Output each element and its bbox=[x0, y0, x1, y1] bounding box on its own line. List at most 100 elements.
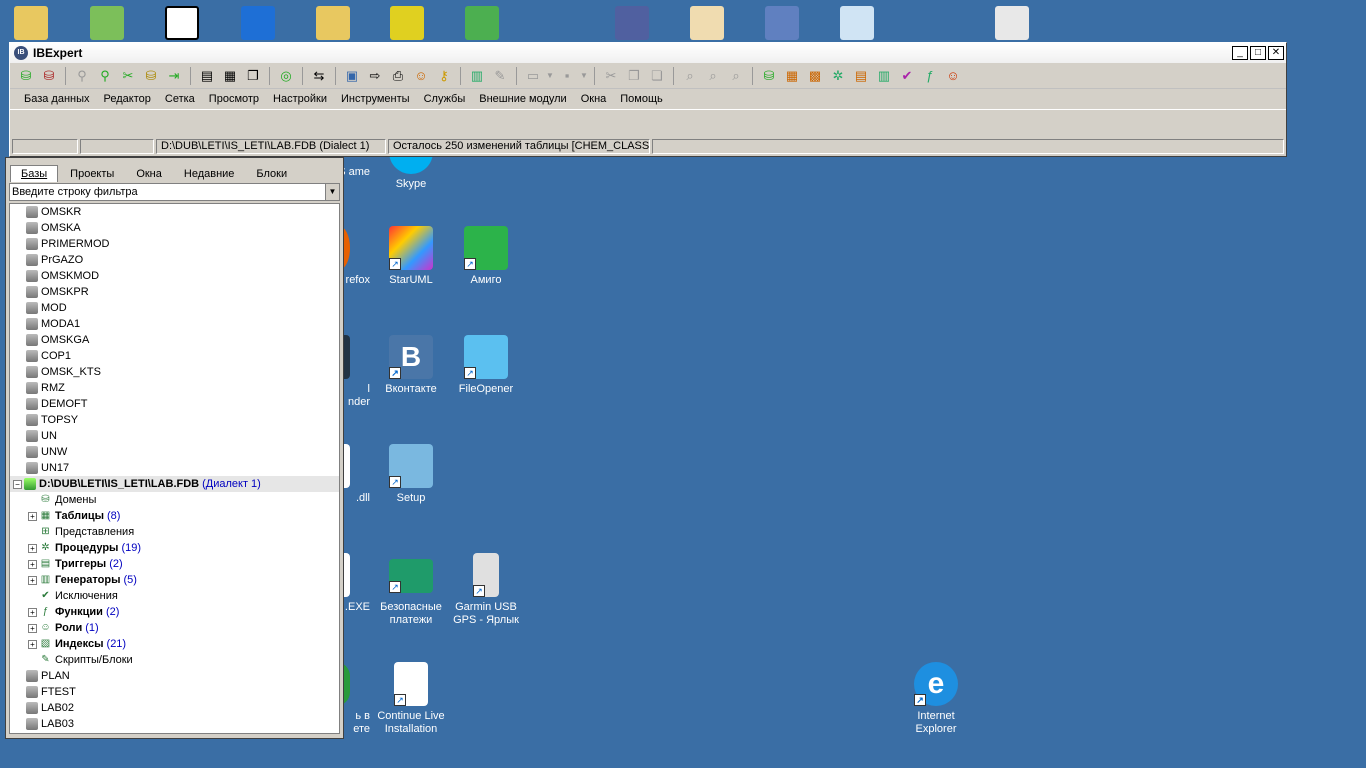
filter-input[interactable]: Введите строку фильтра bbox=[12, 186, 138, 198]
tree-node-object[interactable]: + ☺ Роли (1) bbox=[10, 620, 339, 636]
print-icon[interactable]: ⎙ bbox=[388, 67, 408, 85]
menu-editor[interactable]: Редактор bbox=[104, 93, 151, 105]
title-bar[interactable]: IB IBExpert _ □ ✕ bbox=[10, 43, 1286, 63]
expand-icon[interactable]: + bbox=[28, 639, 37, 649]
notepad-icon[interactable] bbox=[840, 6, 874, 40]
tree-node-object[interactable]: + ✲ Процедуры (19) bbox=[10, 540, 339, 556]
database-tree[interactable]: OMSKR OMSKA PRIMERMOD PrGAZO OMSKMOD OMSKPR MO… bbox=[9, 203, 340, 734]
script-executive-icon[interactable]: ▦ bbox=[220, 67, 240, 85]
sql-editor-icon[interactable]: ▣ bbox=[342, 67, 362, 85]
tree-node-database[interactable]: OMSKPR bbox=[10, 284, 339, 300]
maximize-button[interactable]: □ bbox=[1250, 46, 1266, 60]
tree-node-database[interactable]: UN17 bbox=[10, 460, 339, 476]
save-icon[interactable]: ▪ bbox=[557, 67, 577, 85]
export-icon[interactable]: ⇨ bbox=[365, 67, 385, 85]
tree-node-database[interactable]: PLAN bbox=[10, 668, 339, 684]
key-icon[interactable]: ⚷ bbox=[434, 67, 454, 85]
ie-icon[interactable]: e ↗ Internet Explorer bbox=[896, 662, 976, 736]
find-icon[interactable]: ⌕ bbox=[680, 67, 700, 85]
menu-help[interactable]: Помощь bbox=[620, 93, 663, 105]
vk-icon[interactable]: B ↗ Вконтакте bbox=[371, 335, 451, 396]
close-button[interactable]: ✕ bbox=[1268, 46, 1284, 60]
expand-icon[interactable]: + bbox=[28, 543, 37, 553]
expand-icon[interactable]: + bbox=[28, 623, 37, 633]
cut-icon[interactable]: ✂ bbox=[601, 67, 621, 85]
new-generator-icon[interactable]: ▥ bbox=[874, 67, 894, 85]
tree-node-database[interactable]: COP1 bbox=[10, 348, 339, 364]
reconnect-icon[interactable]: ⚲ bbox=[95, 67, 115, 85]
tree-node-database[interactable]: LAB02 bbox=[10, 700, 339, 716]
new-role-icon[interactable]: ☺ bbox=[943, 67, 963, 85]
tree-node-database[interactable]: OMSKR bbox=[10, 204, 339, 220]
chevron-down-icon[interactable]: ▼ bbox=[580, 67, 588, 85]
tree-node-database[interactable]: TOPSY bbox=[10, 412, 339, 428]
tree-node-database[interactable]: FTEST bbox=[10, 684, 339, 700]
register-db-icon[interactable]: ⛁ bbox=[16, 67, 36, 85]
folder-icon[interactable] bbox=[14, 6, 48, 40]
new-function-icon[interactable]: ƒ bbox=[920, 67, 940, 85]
find-next-icon[interactable]: ⌕ bbox=[703, 67, 723, 85]
disconnect-icon[interactable]: ✂ bbox=[118, 67, 138, 85]
tree-node-database[interactable]: RMZ bbox=[10, 380, 339, 396]
menu-plugins[interactable]: Внешние модули bbox=[479, 93, 566, 105]
continue-install-icon[interactable]: ↗ Continue Live Installation bbox=[371, 662, 451, 736]
expand-icon[interactable]: + bbox=[28, 559, 37, 569]
tree-node-database[interactable]: PRIMERMOD bbox=[10, 236, 339, 252]
compare-icon[interactable]: ⇆ bbox=[309, 67, 329, 85]
expand-icon[interactable]: + bbox=[28, 607, 37, 617]
envelope-icon[interactable] bbox=[690, 6, 724, 40]
copy-object-icon[interactable]: ❐ bbox=[243, 67, 263, 85]
db-properties-icon[interactable]: ⛁ bbox=[141, 67, 161, 85]
grid-icon[interactable]: ▥ bbox=[467, 67, 487, 85]
new-exception-icon[interactable]: ✔ bbox=[897, 67, 917, 85]
tab-databases[interactable]: Базы bbox=[10, 165, 59, 182]
menu-options[interactable]: Настройки bbox=[273, 93, 327, 105]
tab-windows[interactable]: Окна bbox=[126, 166, 172, 182]
minimize-button[interactable]: _ bbox=[1232, 46, 1248, 60]
new-procedure-icon[interactable]: ✲ bbox=[828, 67, 848, 85]
tab-blocks[interactable]: Блоки bbox=[246, 166, 297, 182]
chevron-down-icon[interactable]: ▼ bbox=[325, 184, 339, 200]
new-trigger-icon[interactable]: ▤ bbox=[851, 67, 871, 85]
expand-icon[interactable]: + bbox=[28, 511, 37, 521]
tree-node-object[interactable]: ⊞ Представления bbox=[10, 524, 339, 540]
expand-icon[interactable]: + bbox=[28, 575, 37, 585]
garmin-icon[interactable]: ↗ Garmin USB GPS - Ярлык bbox=[446, 553, 526, 627]
tree-node-object[interactable]: + ▤ Триггеры (2) bbox=[10, 556, 339, 572]
new-view-icon[interactable]: ▩ bbox=[805, 67, 825, 85]
info-icon[interactable] bbox=[241, 6, 275, 40]
replace-icon[interactable]: ⌕ bbox=[726, 67, 746, 85]
staruml-icon[interactable]: ↗ StarUML bbox=[371, 226, 451, 287]
new-table-icon[interactable]: ▦ bbox=[782, 67, 802, 85]
menu-services[interactable]: Службы bbox=[424, 93, 466, 105]
tree-node-object[interactable]: + ▦ Таблицы (8) bbox=[10, 508, 339, 524]
edit-icon[interactable]: ✎ bbox=[490, 67, 510, 85]
safe-payments-icon[interactable]: ↗ Безопасные платежи bbox=[371, 553, 451, 627]
tree-node-database[interactable]: MODA1 bbox=[10, 316, 339, 332]
chevron-down-icon[interactable]: ▼ bbox=[546, 67, 554, 85]
tree-node-object[interactable]: + ƒ Функции (2) bbox=[10, 604, 339, 620]
tree-node-object[interactable]: ✎ Скрипты/Блоки bbox=[10, 652, 339, 668]
folder-icon[interactable] bbox=[316, 6, 350, 40]
menu-tools[interactable]: Инструменты bbox=[341, 93, 410, 105]
paste-icon[interactable]: ❏ bbox=[647, 67, 667, 85]
tab-recent[interactable]: Недавние bbox=[174, 166, 245, 182]
recycle-icon[interactable] bbox=[90, 6, 124, 40]
connect-icon[interactable]: ⚲ bbox=[72, 67, 92, 85]
filter-combobox[interactable]: Введите строку фильтра ▼ bbox=[9, 183, 340, 201]
app-icon[interactable] bbox=[390, 6, 424, 40]
amigo-icon[interactable]: ↗ Амиго bbox=[446, 226, 526, 287]
menu-database[interactable]: База данных bbox=[24, 93, 90, 105]
menu-grid[interactable]: Сетка bbox=[165, 93, 195, 105]
tree-node-database[interactable]: OMSKA bbox=[10, 220, 339, 236]
tree-node-object[interactable]: + ▧ Индексы (21) bbox=[10, 636, 339, 652]
tree-node-database[interactable]: OMSKGA bbox=[10, 332, 339, 348]
tree-node-object[interactable]: ✔ Исключения bbox=[10, 588, 339, 604]
network-icon[interactable] bbox=[465, 6, 499, 40]
tree-node-object[interactable]: ⛁ Домены bbox=[10, 492, 339, 508]
calculator-icon[interactable] bbox=[995, 6, 1029, 40]
copy-icon[interactable]: ❐ bbox=[624, 67, 644, 85]
menu-windows[interactable]: Окна bbox=[581, 93, 607, 105]
tree-node-database[interactable]: OMSKMOD bbox=[10, 268, 339, 284]
tree-node-database[interactable]: DEMOFT bbox=[10, 396, 339, 412]
